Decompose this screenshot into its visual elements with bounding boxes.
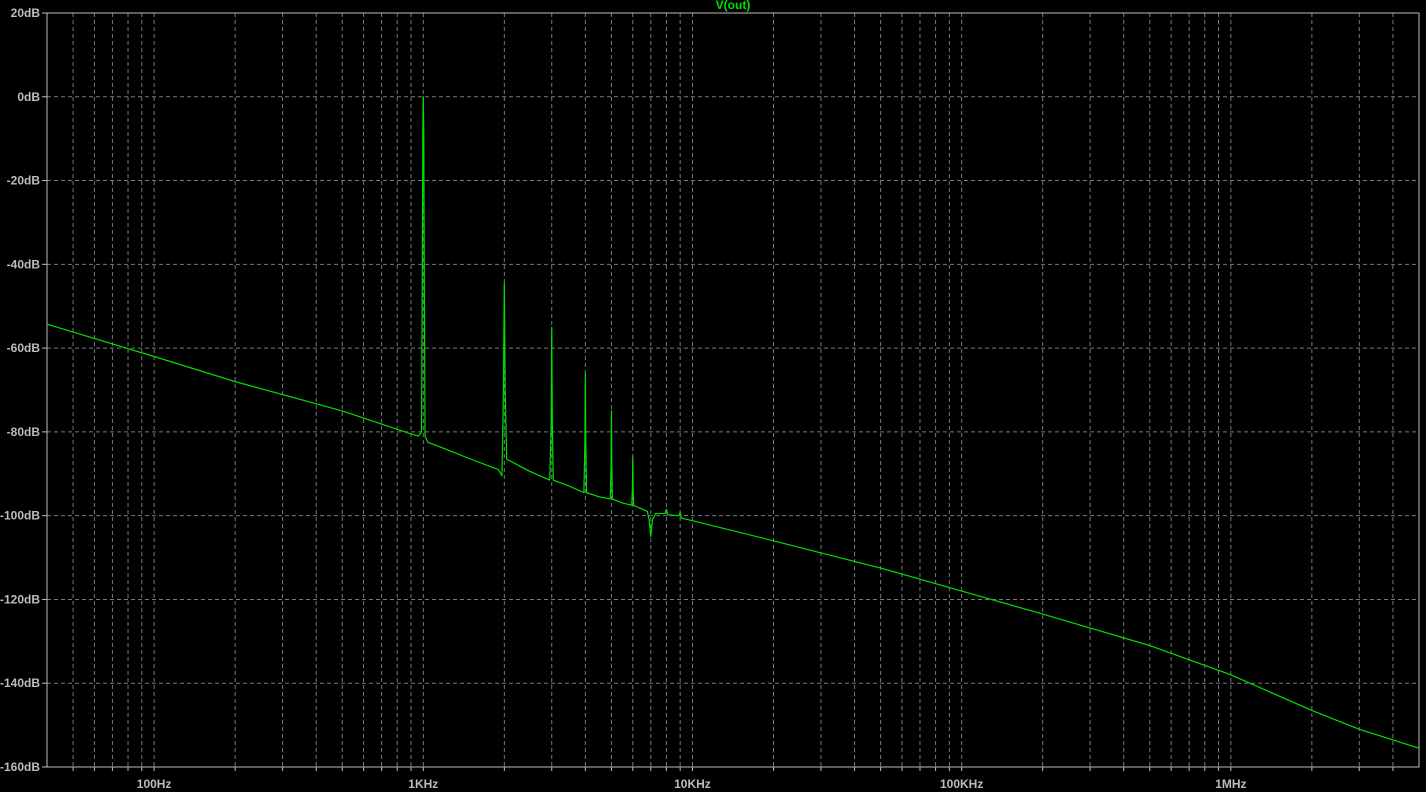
data-point: [235, 381, 236, 382]
data-point: [506, 459, 507, 460]
data-point: [585, 373, 586, 374]
data-point: [631, 505, 632, 506]
data-point: [427, 442, 428, 443]
data-point: [622, 503, 623, 504]
data-point: [611, 410, 612, 411]
data-point: [470, 459, 471, 460]
data-point: [652, 519, 653, 520]
data-point: [633, 505, 634, 506]
data-point: [632, 456, 633, 457]
data-point: [423, 96, 424, 97]
data-point: [773, 540, 774, 541]
data-point: [1418, 748, 1419, 749]
x-tick-label: 100Hz: [137, 777, 172, 791]
y-tick-label: -20dB: [7, 174, 41, 188]
data-point: [1230, 674, 1231, 675]
y-tick-label: 0dB: [17, 90, 40, 104]
data-point: [880, 567, 881, 568]
data-point: [583, 492, 584, 493]
data-point: [586, 492, 587, 493]
data-point: [599, 496, 600, 497]
data-point: [649, 519, 650, 520]
y-tick-label: 20dB: [11, 6, 41, 20]
data-point: [422, 264, 423, 265]
data-point: [678, 515, 679, 516]
data-point: [46, 324, 47, 325]
y-tick-label: -140dB: [0, 676, 40, 690]
data-point: [647, 511, 648, 512]
data-point: [423, 130, 424, 131]
data-point: [681, 518, 682, 519]
y-tick-label: -40dB: [7, 257, 41, 271]
data-point: [1042, 614, 1043, 615]
y-tick-label: -100dB: [0, 509, 40, 523]
data-point: [961, 590, 962, 591]
data-point: [444, 448, 445, 449]
data-point: [650, 536, 651, 537]
data-point: [632, 486, 633, 487]
data-point: [1149, 645, 1150, 646]
x-tick-label: 10KHz: [674, 777, 711, 791]
spectrum-plot: 20dB 0dB -20dB -40dB -60dB -80dB -100dB -120dB -…: [0, 0, 1426, 792]
x-tick-label: 1KHz: [408, 777, 438, 791]
data-point: [552, 423, 553, 424]
data-point: [154, 356, 155, 357]
x-tick-label: 1MHz: [1215, 777, 1246, 791]
data-point: [505, 389, 506, 390]
data-point: [666, 509, 667, 510]
data-point: [551, 423, 552, 424]
data-point: [680, 512, 681, 513]
data-point: [551, 327, 552, 328]
data-point: [530, 471, 531, 472]
data-point: [503, 389, 504, 390]
data-point: [410, 433, 411, 434]
data-point: [569, 486, 570, 487]
data-point: [664, 513, 665, 514]
data-point: [1311, 710, 1312, 711]
data-point: [553, 479, 554, 480]
data-point: [504, 283, 505, 284]
x-tick-label: 100KHz: [940, 777, 983, 791]
data-point: [501, 475, 502, 476]
data-point: [424, 435, 425, 436]
y-tick-label: -120dB: [0, 592, 40, 606]
data-point: [612, 498, 613, 499]
data-point: [418, 435, 419, 436]
y-tick-label: -60dB: [7, 341, 41, 355]
data-point: [667, 514, 668, 515]
data-point: [498, 469, 499, 470]
data-point: [549, 479, 550, 480]
y-tick-label: -80dB: [7, 425, 41, 439]
data-point: [424, 264, 425, 265]
chart-title: V(out): [716, 0, 751, 12]
data-point: [585, 440, 586, 441]
data-point: [610, 498, 611, 499]
data-point: [655, 513, 656, 514]
data-point: [342, 410, 343, 411]
y-tick-label: -160dB: [0, 760, 40, 774]
data-point: [1359, 729, 1360, 730]
data-point: [692, 520, 693, 521]
data-point: [421, 431, 422, 432]
data-point: [611, 465, 612, 466]
